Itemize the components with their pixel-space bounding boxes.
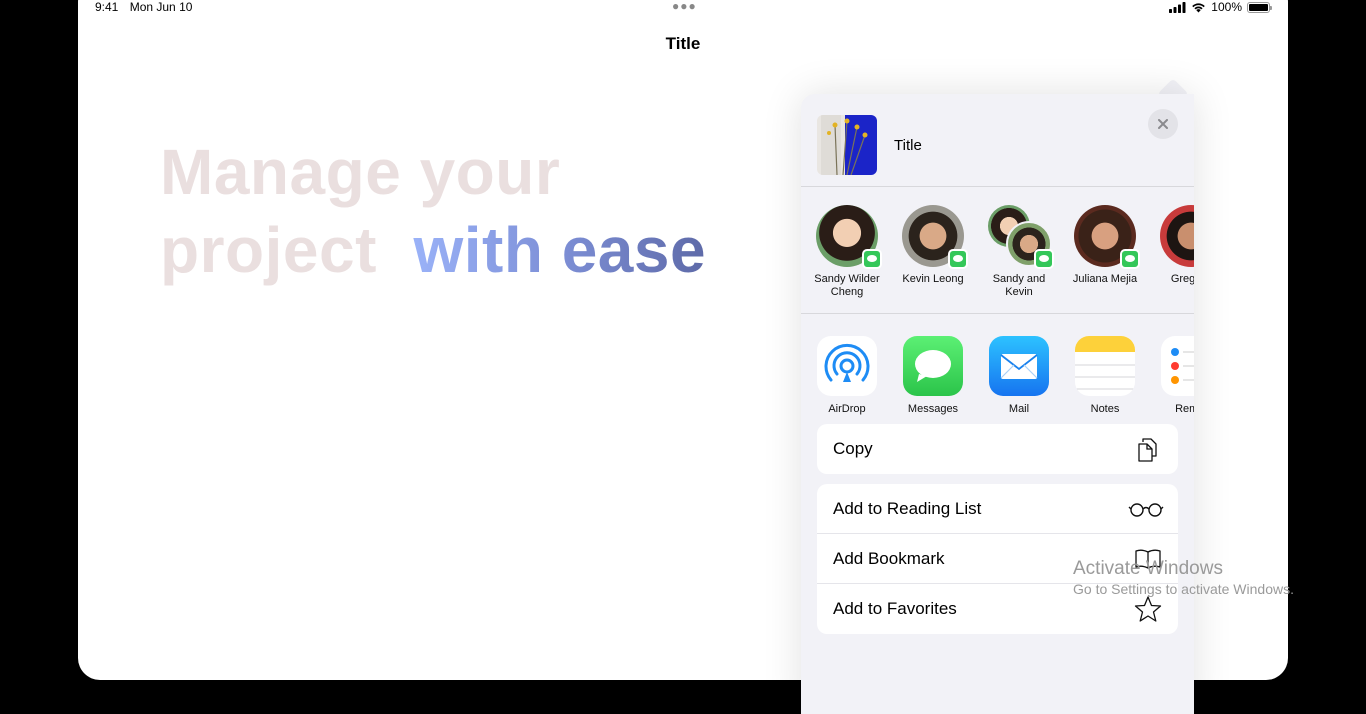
wifi-icon xyxy=(1192,2,1206,12)
app-airdrop[interactable]: AirDrop xyxy=(804,336,890,415)
person-name: Juliana Mejia xyxy=(1072,273,1138,285)
messages-badge-icon xyxy=(862,249,882,269)
app-label: Notes xyxy=(1090,403,1120,415)
person-suggestion[interactable]: Kevin Leong xyxy=(890,205,976,286)
battery-icon xyxy=(1247,1,1272,13)
glasses-icon xyxy=(1128,503,1164,517)
person-name: Kevin Leong xyxy=(902,273,964,285)
person-suggestion[interactable]: Juliana Mejia xyxy=(1062,205,1148,286)
action-label: Copy xyxy=(833,439,873,458)
page-title: Title xyxy=(665,34,701,53)
notes-icon xyxy=(1075,336,1135,396)
add-bookmark-action[interactable]: Add Bookmark xyxy=(817,534,1178,584)
avatar xyxy=(1160,205,1194,267)
action-label: Add to Reading List xyxy=(833,499,982,518)
person-name: Sandy Wilder Cheng xyxy=(814,273,880,298)
status-bar: 9:41 Mon Jun 10 ●●● 100% xyxy=(78,0,1288,14)
app-reminders[interactable]: Remin xyxy=(1148,336,1194,415)
multitasking-dots-icon[interactable]: ●●● xyxy=(672,0,697,12)
close-button[interactable] xyxy=(1148,109,1178,139)
messages-badge-icon xyxy=(948,249,968,269)
hero-heading: Manage your project with ease xyxy=(160,133,706,289)
xmark-icon xyxy=(1158,119,1168,129)
app-label: Mail xyxy=(1008,403,1030,415)
app-notes[interactable]: Notes xyxy=(1062,336,1148,415)
book-icon xyxy=(1135,549,1161,569)
person-suggestion[interactable]: Sandy Wilder Cheng xyxy=(804,205,890,299)
battery-fill xyxy=(1249,3,1268,11)
action-label: Add to Favorites xyxy=(833,599,957,618)
avatar xyxy=(902,205,968,269)
person-name: Sandy and Kevin xyxy=(992,273,1046,298)
avatar-group xyxy=(988,205,1054,269)
avatar xyxy=(816,205,882,269)
status-time: 9:41 xyxy=(95,0,119,14)
action-label: Add Bookmark xyxy=(833,549,945,568)
messages-icon xyxy=(903,336,963,396)
status-left: 9:41 Mon Jun 10 xyxy=(95,0,200,14)
messages-badge-icon xyxy=(1034,249,1054,269)
add-to-favorites-action[interactable]: Add to Favorites xyxy=(817,584,1178,634)
action-group-bookmarks: Add to Reading List Add Bookmark Add to … xyxy=(817,484,1178,634)
status-date: Mon Jun 10 xyxy=(129,0,193,14)
app-label: AirDrop xyxy=(828,403,866,415)
cellular-signal-icon xyxy=(1169,1,1186,13)
status-right: 100% xyxy=(1169,0,1272,14)
shared-item-thumbnail xyxy=(817,115,877,175)
app-label: Remin xyxy=(1175,403,1194,415)
app-label: Messages xyxy=(907,403,959,415)
avatar xyxy=(1074,205,1140,269)
person-suggestion[interactable]: Sandy and Kevin xyxy=(976,205,1062,299)
person-suggestion[interactable]: Greg Ap xyxy=(1148,205,1194,286)
add-to-reading-list-action[interactable]: Add to Reading List xyxy=(817,484,1178,534)
shared-item-title: Title xyxy=(894,137,922,154)
person-name: Greg Ap xyxy=(1170,273,1194,285)
share-sheet-header: Title xyxy=(801,94,1194,187)
copy-icon xyxy=(1138,438,1157,462)
action-group-copy: Copy xyxy=(817,424,1178,474)
hero-line-2: project with ease xyxy=(160,211,706,289)
share-apps-row: AirDrop Messages Mail Notes Rem xyxy=(801,314,1194,422)
airdrop-icon xyxy=(817,336,877,396)
hero-accent-text: with ease xyxy=(413,214,707,286)
app-mail[interactable]: Mail xyxy=(976,336,1062,415)
people-suggestions-row: Sandy Wilder Cheng Kevin Leong Sandy and K… xyxy=(801,187,1194,314)
hero-line-1: Manage your xyxy=(160,136,561,208)
battery-percentage: 100% xyxy=(1211,0,1242,14)
hero-word-project: project xyxy=(160,214,377,286)
star-icon xyxy=(1134,596,1162,622)
copy-action[interactable]: Copy xyxy=(817,424,1178,474)
mail-icon xyxy=(989,336,1049,396)
messages-badge-icon xyxy=(1120,249,1140,269)
app-messages[interactable]: Messages xyxy=(890,336,976,415)
share-sheet: Title Sandy Wilder Cheng Kevin Leong San… xyxy=(801,94,1194,714)
reminders-icon xyxy=(1161,336,1194,396)
